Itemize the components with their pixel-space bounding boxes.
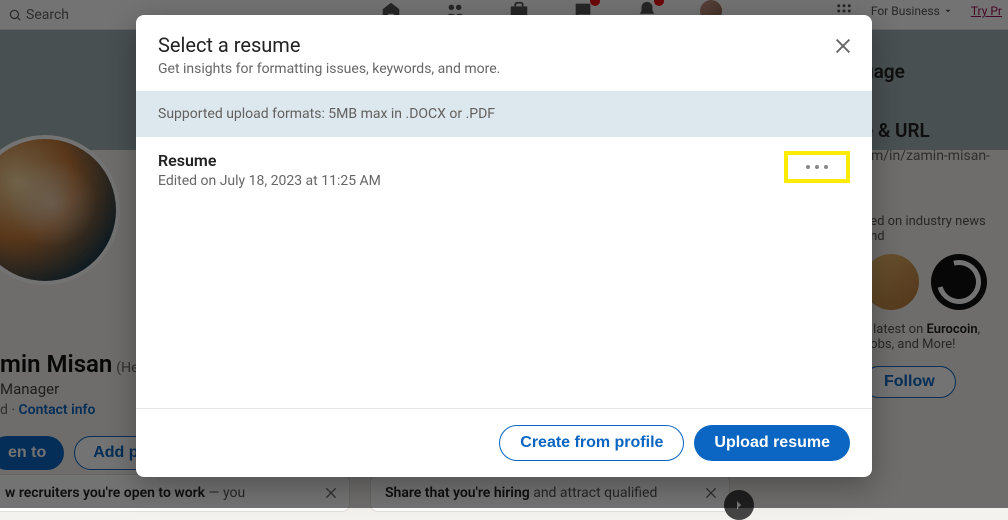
modal-subtitle: Get insights for formatting issues, keyw…	[158, 61, 850, 77]
resume-more-button[interactable]	[784, 151, 850, 183]
upload-resume-button[interactable]: Upload resume	[694, 425, 850, 461]
resume-name: Resume	[158, 151, 381, 170]
resume-row[interactable]: Resume Edited on July 18, 2023 at 11:25 …	[136, 137, 872, 203]
close-icon	[832, 35, 854, 57]
resume-edited-date: Edited on July 18, 2023 at 11:25 AM	[158, 173, 381, 189]
modal-title: Select a resume	[158, 33, 850, 57]
select-resume-modal: Select a resume Get insights for formatt…	[136, 15, 872, 477]
upload-formats-banner: Supported upload formats: 5MB max in .DO…	[136, 91, 872, 137]
modal-close-button[interactable]	[832, 35, 854, 57]
more-icon	[806, 165, 828, 169]
create-from-profile-button[interactable]: Create from profile	[499, 425, 684, 461]
